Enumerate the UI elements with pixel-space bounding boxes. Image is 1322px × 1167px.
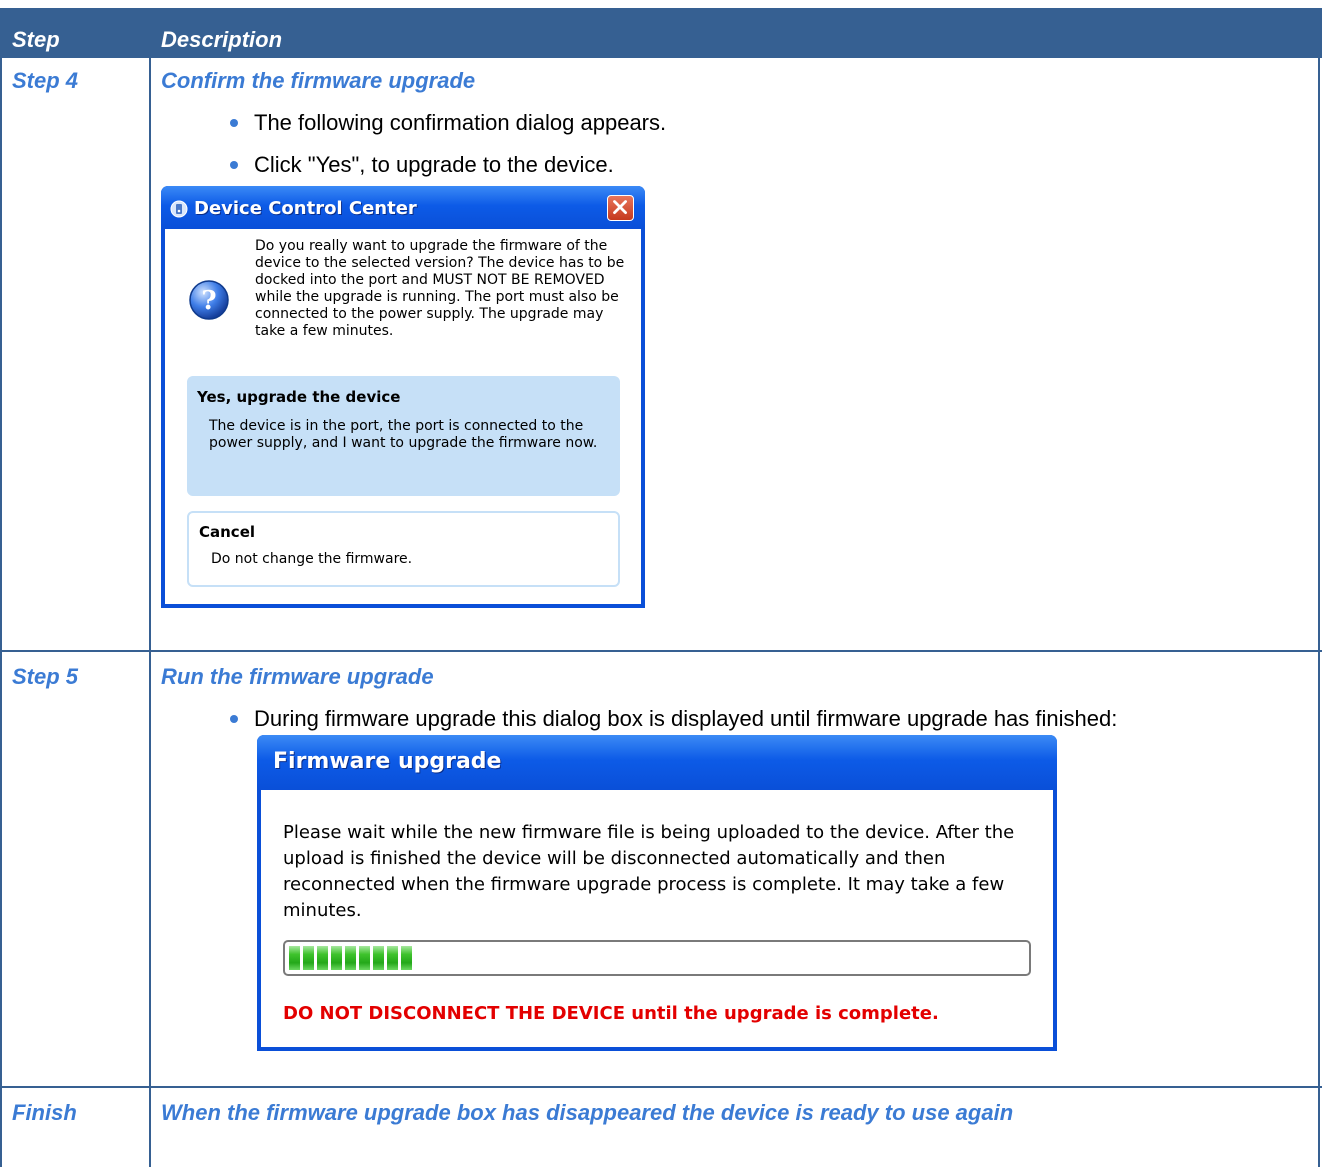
bullet-text: The following confirmation dialog appear… bbox=[254, 110, 667, 135]
dialog-body: Please wait while the new firmware file … bbox=[261, 790, 1053, 1047]
bullet-text: During firmware upgrade this dialog box … bbox=[254, 706, 1118, 731]
grid-line bbox=[0, 58, 2, 1167]
step-title: Run the firmware upgrade bbox=[161, 664, 434, 689]
close-icon bbox=[613, 200, 627, 214]
dialog-title: Device Control Center bbox=[194, 198, 417, 219]
option-description: Do not change the firmware. bbox=[211, 551, 413, 567]
progress-bar bbox=[283, 940, 1031, 976]
progress-segment bbox=[401, 946, 412, 970]
progress-segment bbox=[359, 946, 370, 970]
warning-text: DO NOT DISCONNECT THE DEVICE until the u… bbox=[283, 1003, 939, 1024]
close-button[interactable] bbox=[607, 195, 634, 221]
bullet-text: Click "Yes", to upgrade to the device. bbox=[254, 152, 614, 177]
header-step: Step bbox=[12, 27, 60, 52]
progress-segment bbox=[303, 946, 314, 970]
dialog-message: Do you really want to upgrade the firmwa… bbox=[255, 238, 625, 339]
grid-line bbox=[1318, 58, 1320, 1167]
device-app-icon bbox=[170, 200, 188, 218]
question-icon: ? bbox=[189, 280, 229, 320]
option-title: Yes, upgrade the device bbox=[197, 388, 401, 406]
grid-line bbox=[0, 1086, 1322, 1088]
bullet-icon bbox=[230, 715, 238, 723]
firmware-upgrade-dialog: Firmware upgrade Please wait while the n… bbox=[257, 735, 1057, 1051]
progress-segment bbox=[345, 946, 356, 970]
step-title: Confirm the firmware upgrade bbox=[161, 68, 476, 93]
option-description: The device is in the port, the port is c… bbox=[209, 418, 598, 451]
progress-fill bbox=[289, 946, 421, 970]
dialog-body: ? Do you really want to upgrade the firm… bbox=[165, 229, 641, 604]
grid-line bbox=[0, 650, 1322, 652]
dialog-titlebar[interactable]: Firmware upgrade bbox=[257, 735, 1057, 790]
step-label: Step 4 bbox=[12, 68, 79, 93]
dialog-titlebar[interactable]: Device Control Center bbox=[161, 186, 645, 229]
progress-segment bbox=[331, 946, 342, 970]
cancel-option[interactable]: Cancel Do not change the firmware. bbox=[187, 511, 620, 587]
step-label: Finish bbox=[12, 1100, 77, 1125]
step-label: Step 5 bbox=[12, 664, 79, 689]
dialog-message: Please wait while the new firmware file … bbox=[283, 822, 1015, 921]
step-title: When the firmware upgrade box has disapp… bbox=[161, 1100, 1014, 1125]
yes-upgrade-option[interactable]: Yes, upgrade the device The device is in… bbox=[187, 376, 620, 496]
grid-line bbox=[149, 58, 151, 1167]
progress-segment bbox=[289, 946, 300, 970]
table-header: Step Description bbox=[0, 8, 1322, 58]
bullet-icon bbox=[230, 119, 238, 127]
header-description: Description bbox=[161, 27, 283, 52]
bullet-icon bbox=[230, 161, 238, 169]
option-title: Cancel bbox=[199, 523, 256, 541]
procedure-table: Step Description Step 4 Confirm the firm… bbox=[0, 0, 1322, 1167]
progress-segment bbox=[317, 946, 328, 970]
progress-segment bbox=[373, 946, 384, 970]
progress-segment bbox=[387, 946, 398, 970]
dialog-title: Firmware upgrade bbox=[273, 749, 502, 774]
confirm-dialog: Device Control Center ? Do you really wa… bbox=[161, 186, 645, 608]
svg-text:?: ? bbox=[201, 286, 216, 316]
